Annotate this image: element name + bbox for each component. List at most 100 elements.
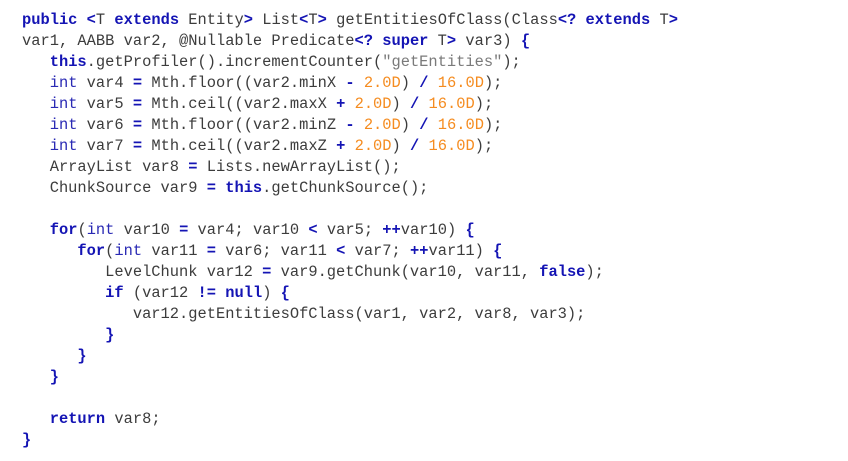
type-token: int: [114, 242, 143, 260]
operator-token: =: [188, 158, 198, 176]
operator-token: /: [410, 137, 420, 155]
identifier-token: [576, 11, 585, 29]
code-line: ChunkSource var9 = this.getChunkSource()…: [22, 178, 678, 199]
identifier-token: );: [474, 137, 494, 155]
operator-token: -: [345, 74, 355, 92]
identifier-token: [216, 179, 225, 197]
identifier-token: List: [252, 11, 300, 29]
identifier-token: [22, 53, 50, 71]
operator-token: <: [86, 11, 96, 29]
identifier-token: [355, 74, 364, 92]
type-token: int: [86, 221, 115, 239]
identifier-token: [345, 137, 354, 155]
identifier-token: getEntitiesOfClass(Class: [326, 11, 558, 29]
operator-token: }: [105, 326, 115, 344]
number-literal: 2.0D: [354, 137, 392, 155]
number-literal: 16.0D: [437, 116, 484, 134]
identifier-token: .getChunkSource();: [262, 179, 429, 197]
identifier-token: LevelChunk var12: [22, 263, 263, 281]
operator-token: }: [77, 347, 87, 365]
number-literal: 2.0D: [363, 74, 401, 92]
operator-token: {: [493, 242, 503, 260]
identifier-token: var3): [456, 32, 521, 50]
identifier-token: [419, 137, 428, 155]
identifier-token: var4; var10: [188, 221, 309, 239]
operator-token: >: [446, 32, 457, 50]
identifier-token: [22, 116, 50, 134]
identifier-token: ): [400, 116, 420, 134]
identifier-token: );: [502, 53, 521, 71]
identifier-token: [22, 74, 50, 92]
identifier-token: ChunkSource var9: [22, 179, 207, 197]
identifier-token: [77, 11, 86, 29]
identifier-token: Mth.floor((var2.minZ: [142, 116, 346, 134]
operator-token: =: [262, 263, 272, 281]
code-line: var12.getEntitiesOfClass(var1, var2, var…: [22, 304, 678, 325]
identifier-token: Mth.ceil((var2.maxZ: [142, 137, 337, 155]
identifier-token: [216, 284, 225, 302]
keyword-token: false: [539, 263, 586, 281]
identifier-token: var5;: [317, 221, 383, 239]
identifier-token: var9.getChunk(var10, var11,: [271, 263, 540, 281]
identifier-token: var6: [77, 116, 133, 134]
number-literal: 16.0D: [428, 137, 475, 155]
type-token: int: [49, 95, 78, 113]
identifier-token: var12.getEntitiesOfClass(var1, var2, var…: [22, 305, 586, 323]
keyword-token: for: [49, 221, 78, 239]
code-line: }: [22, 325, 678, 346]
identifier-token: T: [95, 11, 115, 29]
identifier-token: T: [650, 11, 669, 29]
identifier-token: [419, 95, 428, 113]
operator-token: !=: [197, 284, 216, 302]
operator-token: <?: [557, 11, 577, 29]
identifier-token: [373, 32, 382, 50]
identifier-token: [22, 137, 50, 155]
identifier-token: [355, 116, 364, 134]
identifier-token: [22, 326, 105, 344]
code-editor[interactable]: public <T extends Entity> List<T> getEnt…: [0, 0, 848, 461]
identifier-token: ): [391, 137, 411, 155]
operator-token: <?: [354, 32, 373, 50]
operator-token: +: [336, 95, 346, 113]
type-token: int: [49, 74, 78, 92]
operator-token: }: [49, 368, 59, 386]
identifier-token: var10: [114, 221, 180, 239]
keyword-token: null: [225, 284, 263, 302]
operator-token: ++: [410, 242, 429, 260]
operator-token: <: [308, 221, 318, 239]
identifier-token: var6; var11: [216, 242, 337, 260]
operator-token: {: [280, 284, 290, 302]
identifier-token: [22, 410, 50, 428]
identifier-token: [22, 368, 50, 386]
keyword-token: this: [49, 53, 87, 71]
identifier-token: T: [308, 11, 318, 29]
identifier-token: Mth.ceil((var2.maxX: [142, 95, 337, 113]
identifier-token: ): [400, 74, 420, 92]
identifier-token: var11: [142, 242, 207, 260]
type-token: int: [49, 116, 78, 134]
code-line: int var5 = Mth.ceil((var2.maxX + 2.0D) /…: [22, 94, 678, 115]
operator-token: =: [206, 242, 217, 260]
identifier-token: [22, 242, 77, 260]
keyword-token: public: [22, 11, 78, 29]
identifier-token: var4: [77, 74, 133, 92]
identifier-token: (var12: [123, 284, 198, 302]
identifier-token: [22, 347, 77, 365]
operator-token: =: [132, 95, 143, 113]
code-line: int var6 = Mth.floor((var2.minZ - 2.0D) …: [22, 115, 678, 136]
code-block[interactable]: public <T extends Entity> List<T> getEnt…: [22, 10, 678, 451]
operator-token: =: [132, 74, 143, 92]
identifier-token: var11): [428, 242, 494, 260]
number-literal: 2.0D: [363, 116, 401, 134]
number-literal: 16.0D: [437, 74, 484, 92]
operator-token: >: [668, 11, 678, 29]
identifier-token: ): [262, 284, 281, 302]
identifier-token: var7;: [345, 242, 410, 260]
identifier-token: (: [77, 221, 87, 239]
identifier-token: ArrayList var8: [22, 158, 189, 176]
identifier-token: [22, 284, 105, 302]
identifier-token: .getProfiler().incrementCounter(: [86, 53, 383, 71]
identifier-token: T: [428, 32, 447, 50]
